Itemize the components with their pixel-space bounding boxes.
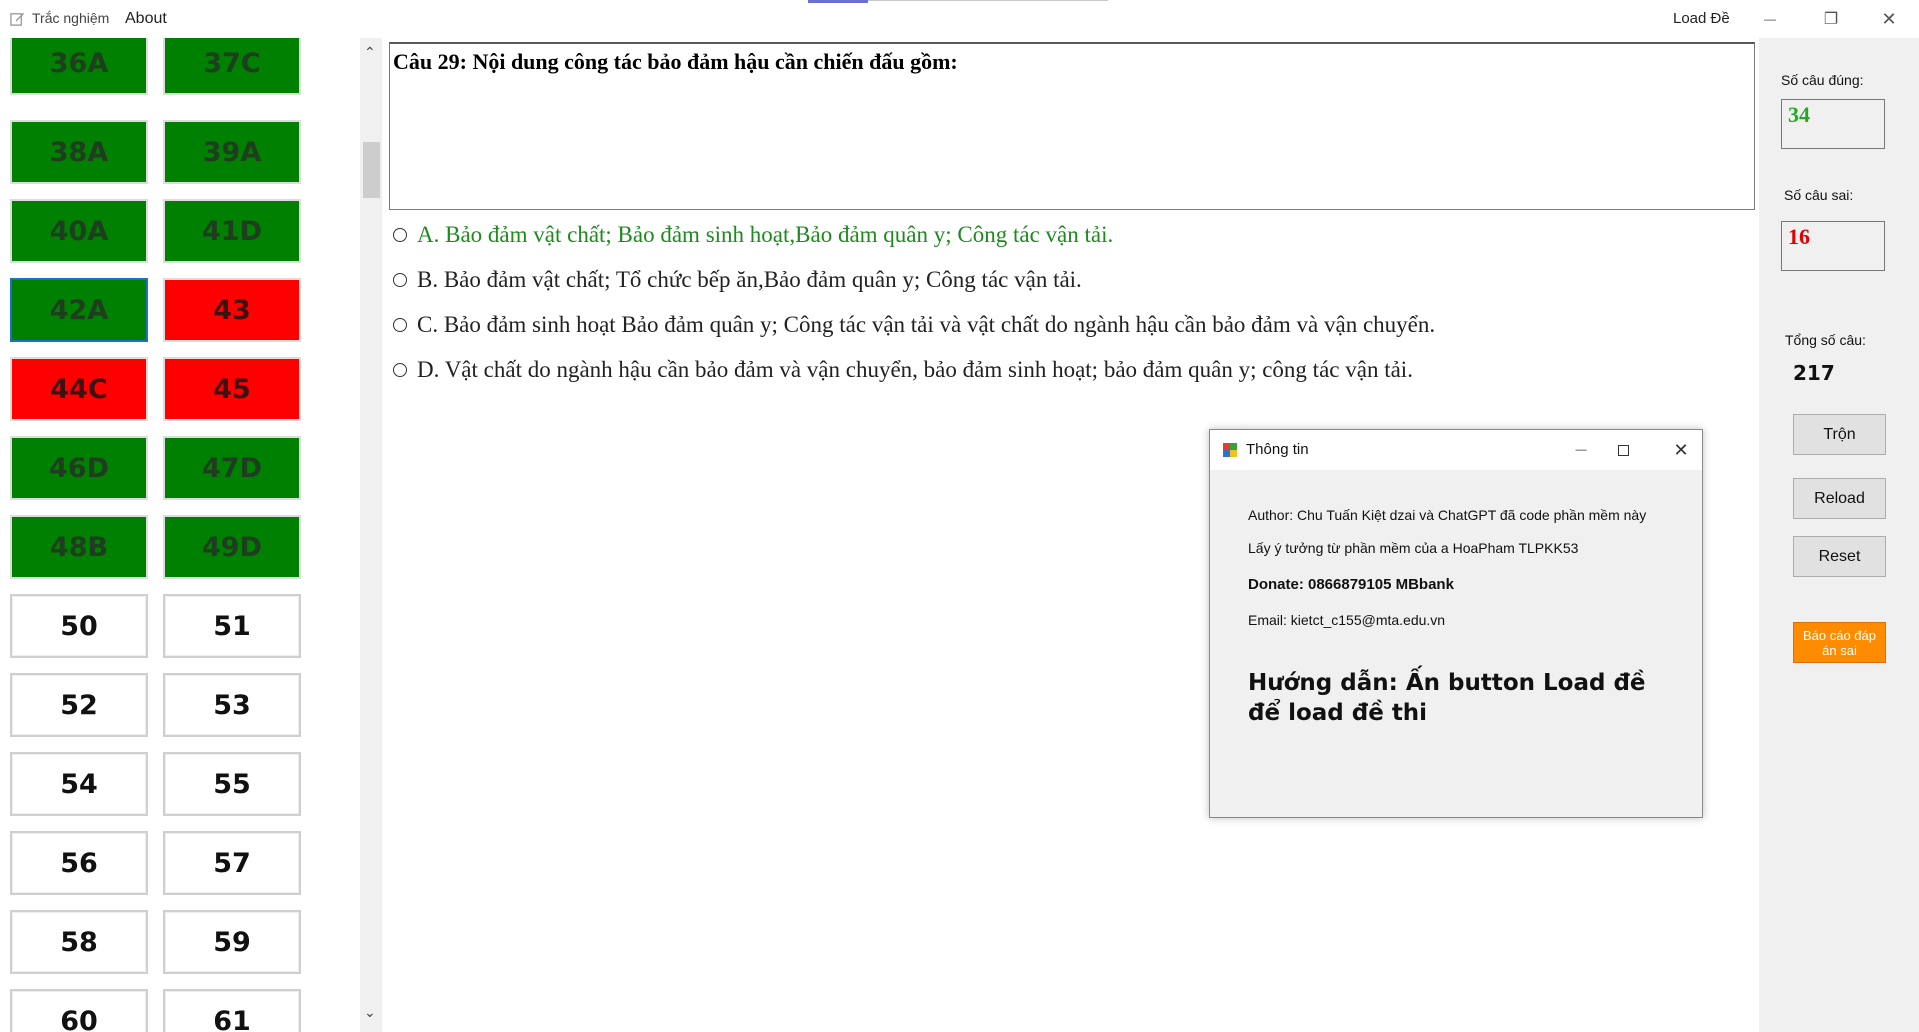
- question-cell-45[interactable]: 45: [163, 357, 301, 421]
- correct-count-box: 34: [1781, 99, 1885, 149]
- menu-about[interactable]: About: [125, 10, 167, 28]
- dialog-title: Thông tin: [1246, 441, 1309, 458]
- menu-about-label: About: [125, 10, 167, 27]
- reset-button[interactable]: Reset: [1793, 536, 1886, 577]
- minimize-icon: —: [1575, 444, 1587, 456]
- question-cell-40a[interactable]: 40A: [10, 199, 148, 263]
- minimize-icon: —: [1764, 12, 1776, 26]
- question-cell-57[interactable]: 57: [163, 831, 301, 895]
- load-exam-label: Load Đề: [1673, 10, 1730, 27]
- menu-quiz[interactable]: Trắc nghiệm: [10, 10, 109, 26]
- dialog-close-button[interactable]: ✕: [1658, 434, 1704, 466]
- edit-icon: [10, 12, 25, 26]
- dialog-minimize-button[interactable]: —: [1558, 434, 1604, 466]
- restore-button[interactable]: ❐: [1808, 4, 1854, 34]
- question-grid: 36A 37C 38A 39A 40A 41D 42A 43 44C 45 46D 47D 48B 49D…: [0, 38, 360, 1032]
- question-cell-61[interactable]: 61: [163, 989, 301, 1032]
- scroll-thumb[interactable]: [363, 142, 380, 198]
- question-cell-46d[interactable]: 46D: [10, 436, 148, 500]
- option-d-text: D. Vật chất do ngành hậu cần bảo đảm và …: [417, 357, 1413, 382]
- question-text: Câu 29: Nội dung công tác bảo đảm hậu cầ…: [393, 49, 958, 74]
- app-icon: [1223, 443, 1237, 457]
- radio-button[interactable]: [393, 228, 407, 242]
- radio-button[interactable]: [393, 273, 407, 287]
- question-cell-54[interactable]: 54: [10, 752, 148, 816]
- load-exam-button[interactable]: Load Đề: [1673, 10, 1730, 27]
- question-cell-48b[interactable]: 48B: [10, 515, 148, 579]
- question-cell-36a[interactable]: 36A: [10, 38, 148, 95]
- stats-panel: Số câu đúng: 34 Số câu sai: 16 Tổng số c…: [1759, 38, 1919, 1032]
- question-cell-50[interactable]: 50: [10, 594, 148, 658]
- email-text: Email: kietct_c155@mta.edu.vn: [1248, 612, 1446, 628]
- question-cell-47d[interactable]: 47D: [163, 436, 301, 500]
- question-cell-51[interactable]: 51: [163, 594, 301, 658]
- title-bar: Trắc nghiệm About Load Đề — ❐ ✕: [0, 0, 1919, 38]
- scroll-down-icon[interactable]: ⌄: [364, 1004, 376, 1021]
- close-button[interactable]: ✕: [1866, 4, 1912, 34]
- wrong-count-value: 16: [1788, 224, 1810, 249]
- grid-scrollbar[interactable]: ⌃ ⌄: [360, 38, 382, 1032]
- reload-button[interactable]: Reload: [1793, 478, 1886, 519]
- correct-count-label: Số câu đúng:: [1781, 72, 1864, 88]
- question-cell-55[interactable]: 55: [163, 752, 301, 816]
- question-cell-52[interactable]: 52: [10, 673, 148, 737]
- menu-quiz-label: Trắc nghiệm: [32, 10, 110, 26]
- option-c-text: C. Bảo đảm sinh hoạt Bảo đảm quân y; Côn…: [417, 312, 1436, 337]
- option-a-text: A. Bảo đảm vật chất; Bảo đảm sinh hoạt,B…: [417, 222, 1114, 247]
- question-cell-39a[interactable]: 39A: [163, 120, 301, 184]
- option-a[interactable]: A. Bảo đảm vật chất; Bảo đảm sinh hoạt,B…: [393, 222, 1113, 248]
- tab-indicator: [808, 0, 868, 3]
- option-c[interactable]: C. Bảo đảm sinh hoạt Bảo đảm quân y; Côn…: [393, 312, 1435, 338]
- author-text: Author: Chu Tuấn Kiệt dzai và ChatGPT đã…: [1248, 507, 1647, 523]
- guide-text: Hướng dẫn: Ấn button Load đề để load đề …: [1248, 670, 1646, 726]
- question-cell-44c[interactable]: 44C: [10, 357, 148, 421]
- question-cell-38a[interactable]: 38A: [10, 120, 148, 184]
- close-icon: ✕: [1881, 8, 1897, 29]
- option-b[interactable]: B. Bảo đảm vật chất; Tổ chức bếp ăn,Bảo …: [393, 267, 1082, 293]
- question-cell-59[interactable]: 59: [163, 910, 301, 974]
- question-cell-60[interactable]: 60: [10, 989, 148, 1032]
- info-dialog: Thông tin — ✕ Author: Chu Tuấn Kiệt dzai…: [1209, 429, 1703, 818]
- maximize-icon: [1617, 444, 1629, 456]
- idea-text: Lấy ý tưởng từ phần mềm của a HoaPham TL…: [1248, 540, 1579, 556]
- divider: [868, 0, 1108, 1]
- shuffle-button[interactable]: Trộn: [1793, 414, 1886, 455]
- question-cell-53[interactable]: 53: [163, 673, 301, 737]
- wrong-count-box: 16: [1781, 221, 1885, 271]
- question-cell-58[interactable]: 58: [10, 910, 148, 974]
- dialog-maximize-button[interactable]: [1600, 434, 1646, 466]
- question-cell-43[interactable]: 43: [163, 278, 301, 342]
- report-wrong-answer-button[interactable]: Báo cáo đáp án sai: [1793, 622, 1886, 663]
- question-cell-56[interactable]: 56: [10, 831, 148, 895]
- scroll-up-icon[interactable]: ⌃: [364, 44, 376, 61]
- donate-text: Donate: 0866879105 MBbank: [1248, 576, 1454, 593]
- minimize-button[interactable]: —: [1747, 4, 1793, 34]
- total-count-value: 217: [1793, 361, 1835, 385]
- correct-count-value: 34: [1788, 102, 1810, 127]
- question-box: Câu 29: Nội dung công tác bảo đảm hậu cầ…: [389, 42, 1755, 210]
- question-cell-37c[interactable]: 37C: [163, 38, 301, 95]
- dialog-titlebar[interactable]: Thông tin — ✕: [1210, 430, 1702, 470]
- radio-button[interactable]: [393, 363, 407, 377]
- question-cell-49d[interactable]: 49D: [163, 515, 301, 579]
- wrong-count-label: Số câu sai:: [1784, 187, 1854, 203]
- question-cell-41d[interactable]: 41D: [163, 199, 301, 263]
- close-icon: ✕: [1673, 439, 1689, 460]
- total-count-label: Tổng số câu:: [1785, 332, 1866, 348]
- radio-button[interactable]: [393, 318, 407, 332]
- option-d[interactable]: D. Vật chất do ngành hậu cần bảo đảm và …: [393, 357, 1413, 383]
- restore-icon: ❐: [1823, 11, 1839, 28]
- question-cell-42a[interactable]: 42A: [10, 278, 148, 342]
- option-b-text: B. Bảo đảm vật chất; Tổ chức bếp ăn,Bảo …: [417, 267, 1082, 292]
